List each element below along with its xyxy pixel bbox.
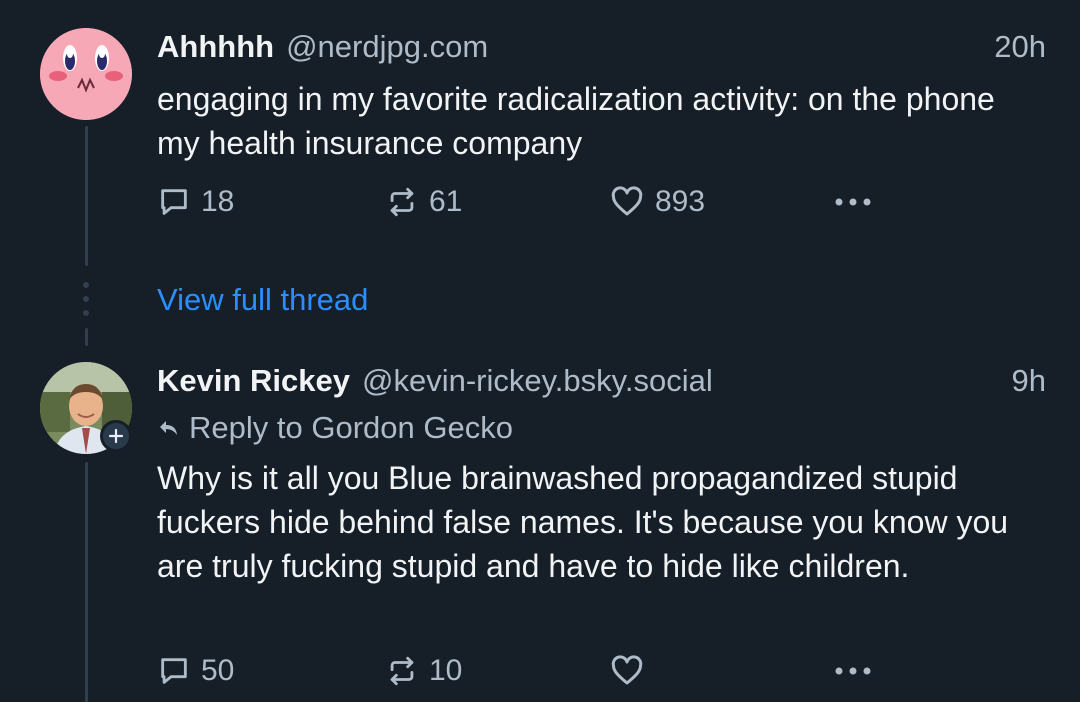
thread-line-top xyxy=(85,126,88,266)
reply-count: 50 xyxy=(201,654,235,687)
speech-bubble-icon xyxy=(161,658,187,684)
post-text: Why is it all you Blue brainwashed propa… xyxy=(157,460,1009,584)
post-header: Ahhhhh @nerdjpg.com 20h xyxy=(157,29,1046,65)
reply-to-text: Reply to Gordon Gecko xyxy=(189,410,513,445)
thread-dot xyxy=(83,282,89,288)
follow-button[interactable] xyxy=(100,420,132,452)
thread-dot xyxy=(83,296,89,302)
reply-to-label[interactable]: Reply to Gordon Gecko xyxy=(157,410,513,446)
post-text: engaging in my favorite radicalization a… xyxy=(157,81,995,161)
plus-icon xyxy=(108,428,124,444)
more-options-button[interactable] xyxy=(833,651,873,691)
repost-arrows-icon xyxy=(390,656,414,686)
heart-icon xyxy=(611,655,643,685)
repost-count: 10 xyxy=(429,654,463,687)
author-name[interactable]: Kevin Rickey xyxy=(157,363,350,399)
reply-button[interactable]: 18 xyxy=(157,182,234,222)
post-timestamp[interactable]: 20h xyxy=(994,29,1046,65)
reply-count: 18 xyxy=(201,185,235,218)
view-full-thread-link[interactable]: View full thread xyxy=(157,282,368,318)
author-handle[interactable]: @nerdjpg.com xyxy=(286,29,488,65)
kirby-avatar-icon xyxy=(40,28,132,120)
like-button[interactable]: 893 xyxy=(609,182,705,222)
post-header: Kevin Rickey @kevin-rickey.bsky.social 9… xyxy=(157,363,1046,399)
repost-arrows-icon xyxy=(390,187,414,217)
kirby-avatar[interactable] xyxy=(40,28,132,120)
author-name[interactable]: Ahhhhh xyxy=(157,29,274,65)
post-timestamp[interactable]: 9h xyxy=(1012,363,1046,399)
repost-button[interactable]: 61 xyxy=(385,182,462,222)
heart-icon xyxy=(611,186,643,216)
more-options-button[interactable] xyxy=(833,182,873,222)
more-dots-icon xyxy=(835,667,871,675)
like-count: 893 xyxy=(655,185,706,218)
thread-line-bottom xyxy=(85,462,88,702)
more-dots-icon xyxy=(835,198,871,206)
reply-button[interactable]: 50 xyxy=(157,651,234,691)
thread-line-mid xyxy=(85,328,88,346)
reply-arrow-icon xyxy=(160,421,177,435)
speech-bubble-icon xyxy=(161,189,187,215)
post-actions: 50 10 xyxy=(157,651,897,691)
author-handle[interactable]: @kevin-rickey.bsky.social xyxy=(362,363,713,399)
repost-count: 61 xyxy=(429,185,463,218)
like-button[interactable] xyxy=(609,651,645,691)
repost-button[interactable]: 10 xyxy=(385,651,462,691)
thread-dot xyxy=(83,310,89,316)
post-actions: 18 61 893 xyxy=(157,182,897,222)
